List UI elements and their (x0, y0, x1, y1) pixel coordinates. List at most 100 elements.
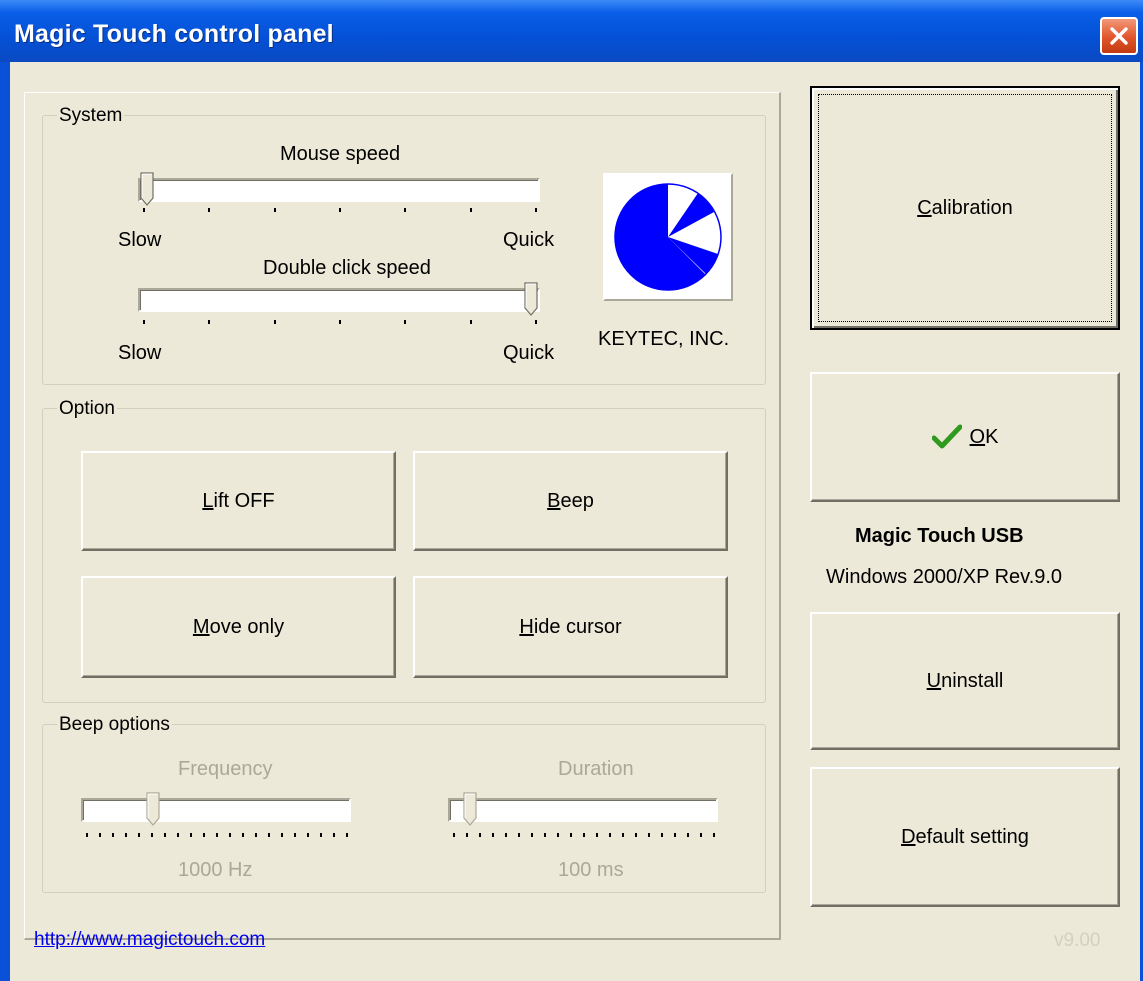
slider-tick (518, 833, 520, 837)
calibration-button[interactable]: Calibration (810, 86, 1120, 330)
frequency-track[interactable] (81, 798, 351, 822)
slider-tick (268, 833, 270, 837)
mouse-speed-track[interactable] (138, 178, 540, 202)
slider-tick (138, 833, 140, 837)
slider-tick (203, 833, 205, 837)
slider-tick (320, 833, 322, 837)
slider-tick (208, 208, 211, 212)
slider-tick (216, 833, 218, 837)
website-link[interactable]: http://www.magictouch.com (34, 929, 265, 951)
ok-button[interactable]: OK (810, 372, 1120, 502)
slider-tick (674, 833, 676, 837)
slider-tick (273, 208, 276, 212)
slider-tick (453, 833, 455, 837)
uninstall-button[interactable]: Uninstall (810, 612, 1120, 750)
slider-tick (164, 833, 166, 837)
slider-tick (273, 320, 276, 324)
slider-tick (466, 833, 468, 837)
double-click-speed-label: Double click speed (263, 257, 431, 279)
window-title: Magic Touch control panel (14, 20, 334, 48)
slider-tick (208, 320, 211, 324)
slider-tick (339, 208, 341, 212)
slider-tick (112, 833, 114, 837)
duration-track[interactable] (448, 798, 718, 822)
system-group-label: System (57, 105, 125, 127)
slider-tick (333, 833, 335, 837)
lift-off-button-label: Lift OFF (202, 489, 275, 512)
app-window: Magic Touch control panel System Mouse s… (0, 0, 1143, 981)
system-group: System Mouse speed Slow Quick Double cli… (42, 105, 766, 385)
mouse-speed-slider-thumb[interactable] (140, 172, 154, 206)
slider-tick (346, 833, 348, 837)
slider-tick (609, 833, 611, 837)
slider-tick (635, 833, 637, 837)
slider-tick (469, 320, 472, 324)
slider-tick (583, 833, 585, 837)
slider-tick (281, 833, 283, 837)
double-click-speed-track[interactable] (138, 288, 540, 312)
double-click-speed-max-label: Quick (503, 342, 555, 364)
slider-tick (99, 833, 101, 837)
slider-tick (190, 833, 192, 837)
slider-tick (479, 833, 481, 837)
frequency-slider-thumb[interactable] (146, 792, 160, 826)
slider-tick (535, 320, 537, 324)
slider-tick (700, 833, 702, 837)
slider-tick (242, 833, 244, 837)
move-only-button[interactable]: Move only (81, 576, 396, 678)
slider-tick (294, 833, 296, 837)
beep-options-group-label: Beep options (57, 714, 172, 736)
slider-tick (404, 320, 407, 324)
slider-tick (557, 833, 559, 837)
slider-tick (469, 208, 472, 212)
slider-tick (492, 833, 494, 837)
default-setting-button-label: Default setting (901, 825, 1029, 848)
duration-value: 100 ms (558, 859, 624, 881)
product-name: Magic Touch USB (855, 525, 1024, 547)
double-click-speed-slider-thumb[interactable] (524, 282, 538, 316)
duration-label: Duration (558, 758, 634, 780)
calibration-focus-rect (818, 94, 1112, 322)
title-bar[interactable]: Magic Touch control panel (0, 0, 1143, 62)
slider-tick (125, 833, 127, 837)
ok-button-label: OK (969, 425, 999, 448)
mouse-speed-max-label: Quick (503, 229, 555, 251)
beep-button[interactable]: Beep (413, 451, 728, 551)
slider-tick (570, 833, 572, 837)
slider-tick (535, 208, 537, 212)
slider-tick (255, 833, 257, 837)
slider-tick (544, 833, 546, 837)
version-label: v9.00 (1054, 930, 1101, 951)
product-version: Windows 2000/XP Rev.9.0 (826, 566, 1063, 588)
slider-tick (648, 833, 650, 837)
keytec-logo-icon (614, 183, 722, 291)
option-group-label: Option (57, 398, 117, 420)
beep-options-group: Beep options Frequency 1000 Hz Duration … (42, 714, 766, 893)
slider-tick (505, 833, 507, 837)
double-click-speed-min-label: Slow (118, 342, 162, 364)
mouse-speed-label: Mouse speed (280, 143, 401, 165)
slider-tick (177, 833, 179, 837)
mouse-speed-min-label: Slow (118, 229, 162, 251)
keytec-logo (603, 173, 733, 301)
option-group: Option Lift OFF Beep Move only Hide curs… (42, 398, 766, 703)
move-only-button-label: Move only (192, 615, 285, 638)
slider-tick (622, 833, 624, 837)
settings-frame: System Mouse speed Slow Quick Double cli… (24, 92, 781, 940)
slider-tick (713, 833, 715, 837)
default-setting-button[interactable]: Default setting (810, 767, 1120, 907)
uninstall-button-label: Uninstall (926, 669, 1004, 692)
slider-tick (143, 208, 145, 212)
slider-tick (86, 833, 88, 837)
lift-off-button[interactable]: Lift OFF (81, 451, 396, 551)
slider-tick (687, 833, 689, 837)
duration-slider-thumb[interactable] (462, 792, 477, 826)
slider-tick (404, 208, 407, 212)
close-icon (1110, 27, 1128, 45)
close-button[interactable] (1100, 17, 1138, 55)
slider-tick (531, 833, 533, 837)
mouse-speed-ticks (143, 208, 537, 214)
frequency-value: 1000 Hz (178, 859, 253, 881)
hide-cursor-button[interactable]: Hide cursor (413, 576, 728, 678)
double-click-speed-ticks (143, 320, 537, 326)
